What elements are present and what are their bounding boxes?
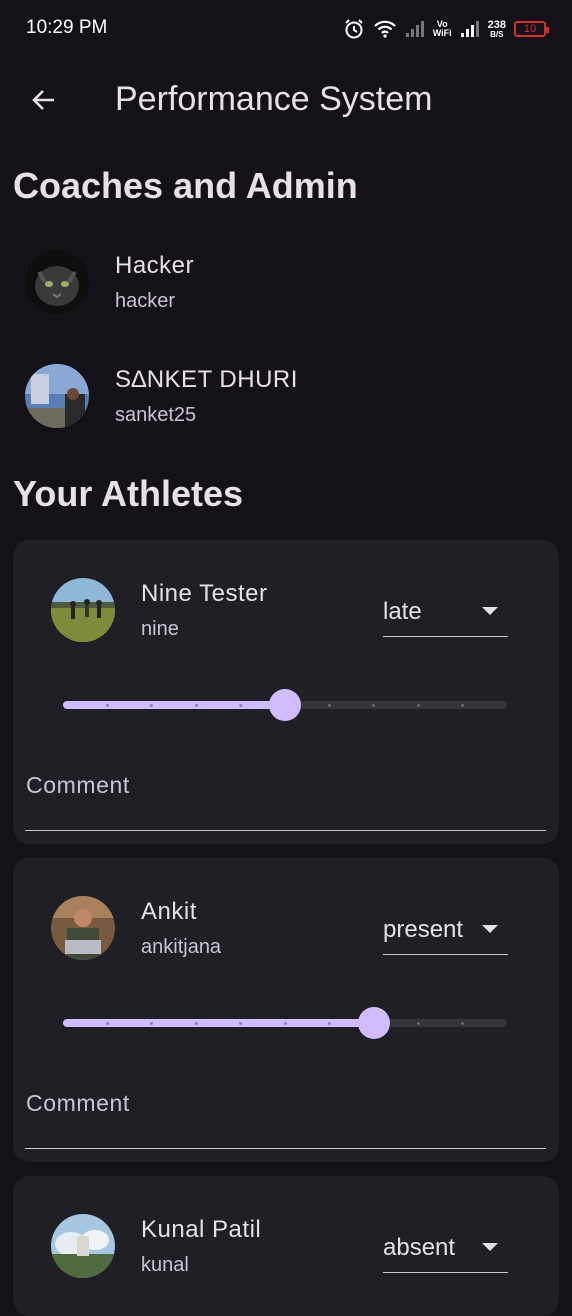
slider-tick: [372, 703, 376, 707]
slider-tick: [327, 703, 331, 707]
coaches-section-title: Coaches and Admin: [13, 165, 358, 206]
athlete-card: Kunal Patil kunal absent: [13, 1176, 559, 1316]
rating-slider[interactable]: [63, 1005, 507, 1041]
battery-icon: 10: [514, 21, 549, 37]
slider-tick: [239, 1021, 243, 1025]
athlete-card: Ankit ankitjana present Comment: [13, 858, 559, 1162]
slider-thumb[interactable]: [269, 689, 301, 721]
slider-tick: [461, 1021, 465, 1025]
status-time: 10:29 PM: [26, 17, 108, 38]
slider-tick: [150, 1021, 154, 1025]
slider-tick: [105, 1021, 109, 1025]
slider-tick: [239, 703, 243, 707]
vowifi-icon: Vo WiFi: [432, 19, 452, 38]
slider-tick: [327, 1021, 331, 1025]
comment-label: Comment: [26, 1090, 130, 1116]
attendance-value: late: [383, 598, 422, 625]
slider-tick: [194, 1021, 198, 1025]
caret-down-icon: [482, 607, 498, 615]
slider-tick: [150, 703, 154, 707]
status-icons: Vo WiFi 238 B/S 10: [343, 16, 549, 42]
coach-list-item[interactable]: Hacker hacker: [0, 242, 572, 322]
avatar: [25, 364, 89, 428]
slider-tick: [194, 703, 198, 707]
coach-username: hacker: [115, 290, 176, 312]
slider-tick: [416, 703, 420, 707]
slider-tick: [283, 1021, 287, 1025]
athlete-name: Kunal Patil: [141, 1216, 262, 1243]
coach-name: S∆NKET DHURI: [115, 366, 298, 393]
athlete-name: Nine Tester: [141, 580, 268, 607]
avatar: [51, 578, 115, 642]
athlete-username: ankitjana: [141, 936, 222, 958]
back-button[interactable]: [24, 82, 64, 122]
wifi-icon: [373, 19, 397, 39]
avatar: [25, 250, 89, 314]
coach-list-item[interactable]: S∆NKET DHURI sanket25: [0, 356, 572, 436]
rating-slider[interactable]: [63, 687, 507, 723]
avatar: [51, 1214, 115, 1278]
signal-strong-icon: [460, 20, 480, 38]
slider-thumb[interactable]: [357, 1007, 390, 1039]
athlete-username: kunal: [141, 1254, 189, 1276]
alarm-icon: [343, 18, 365, 40]
attendance-value: present: [383, 916, 464, 943]
slider-tick: [416, 1021, 420, 1025]
comment-field[interactable]: [25, 830, 546, 831]
avatar: [51, 896, 115, 960]
athletes-section-title: Your Athletes: [13, 473, 244, 514]
coach-name: Hacker: [115, 252, 195, 279]
coach-username: sanket25: [115, 404, 197, 426]
athlete-name: Ankit: [141, 898, 197, 925]
slider-tick: [461, 703, 465, 707]
attendance-dropdown[interactable]: absent: [383, 1228, 508, 1273]
comment-field[interactable]: [25, 1148, 546, 1149]
athlete-username: nine: [141, 618, 179, 640]
attendance-dropdown[interactable]: late: [383, 592, 508, 637]
page-title: Performance System: [115, 80, 433, 118]
comment-label: Comment: [26, 772, 130, 798]
caret-down-icon: [482, 1243, 498, 1251]
caret-down-icon: [482, 925, 498, 933]
slider-active-track: [63, 701, 285, 709]
network-speed: 238 B/S: [487, 18, 506, 39]
attendance-dropdown[interactable]: present: [383, 910, 508, 955]
arrow-left-icon: [30, 86, 58, 119]
signal-weak-icon: [405, 20, 425, 38]
athlete-card: Nine Tester nine late Comment: [13, 540, 559, 844]
app-bar: Performance System: [0, 68, 572, 134]
attendance-value: absent: [383, 1234, 456, 1261]
status-bar: 10:29 PM Vo WiFi 238 B/S 10: [0, 0, 572, 58]
slider-tick: [105, 703, 109, 707]
